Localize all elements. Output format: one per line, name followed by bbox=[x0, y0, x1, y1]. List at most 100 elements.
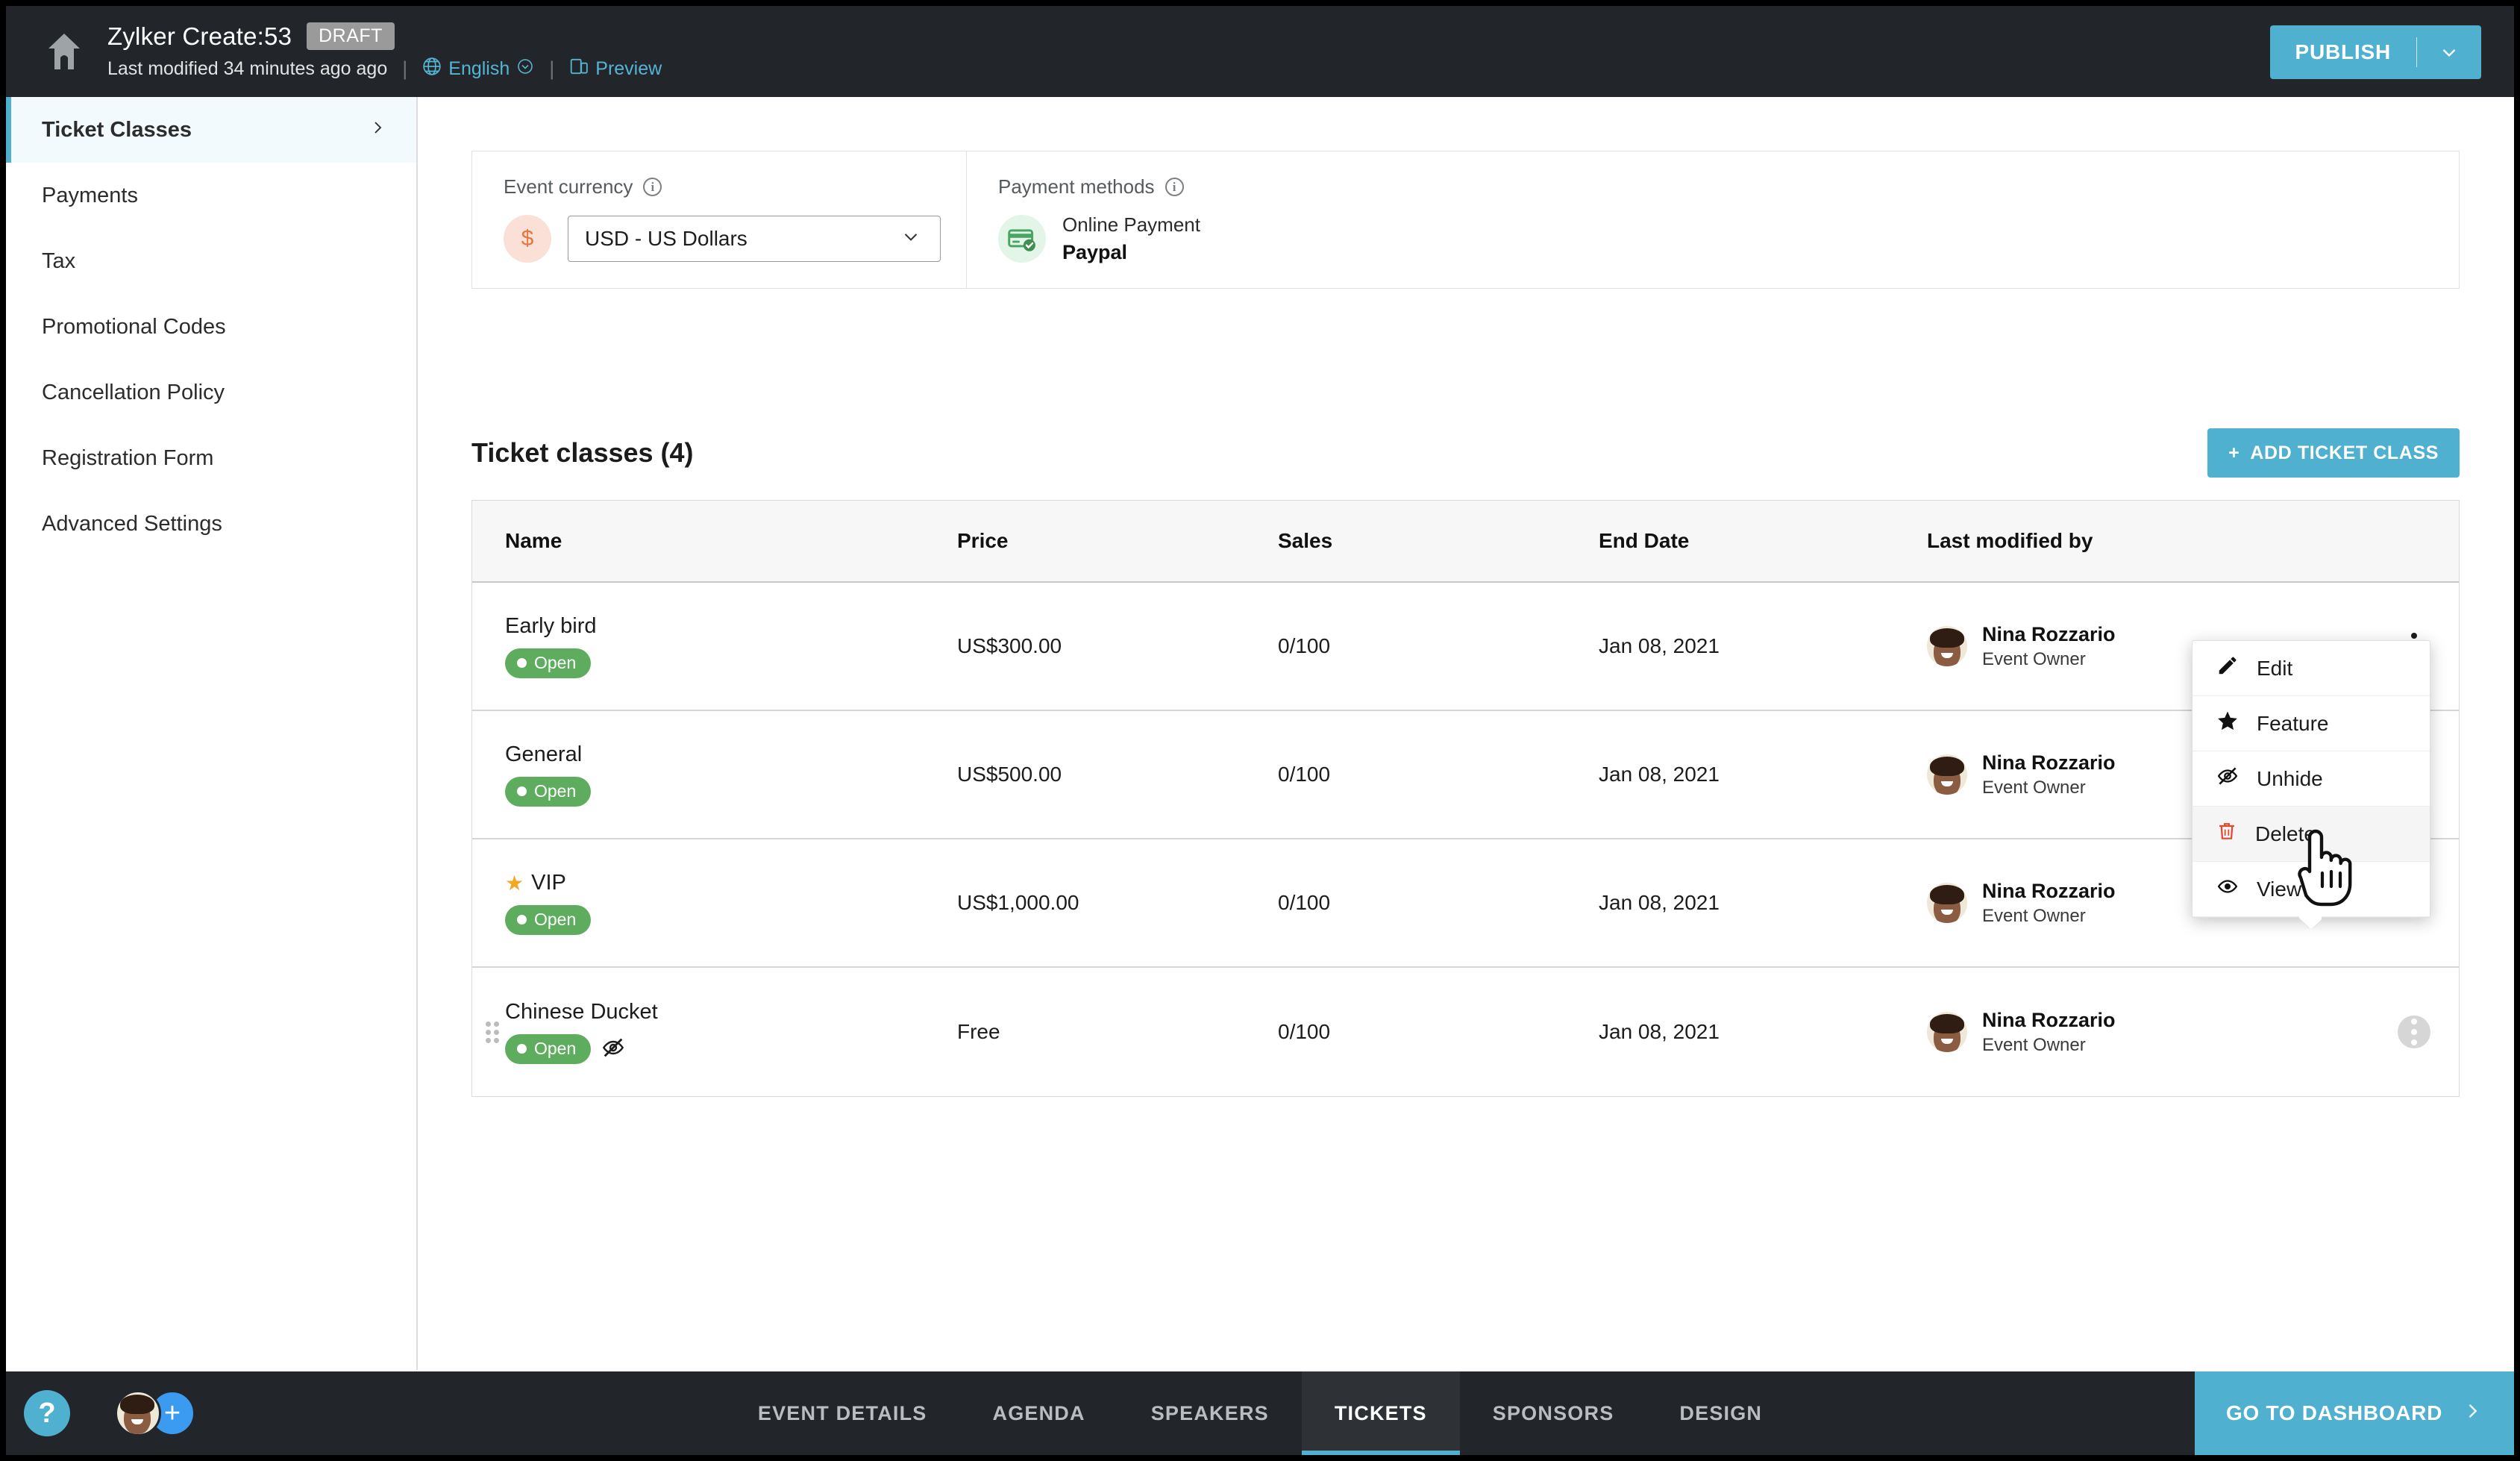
preview-button[interactable]: Preview bbox=[569, 57, 662, 81]
language-selector[interactable]: English bbox=[422, 57, 534, 81]
modified-by-text: Nina Rozzario Event Owner bbox=[1982, 751, 2116, 798]
currency-row: $ USD - US Dollars bbox=[504, 215, 966, 263]
row-price: US$300.00 bbox=[957, 634, 1062, 657]
meta-separator-1: | bbox=[402, 57, 408, 80]
payment-method-text: Online Payment Paypal bbox=[1062, 213, 1200, 264]
context-menu-item-feature[interactable]: Feature bbox=[2193, 696, 2430, 751]
status-badge: Open bbox=[505, 905, 592, 935]
modifier-role: Event Owner bbox=[1982, 1034, 2086, 1055]
status-badge: Open bbox=[505, 648, 592, 678]
drag-handle-icon[interactable] bbox=[486, 1021, 499, 1043]
table-row[interactable]: ★ VIP Open US$1,000.00 0/100 Jan 08, 202… bbox=[472, 839, 2459, 968]
star-icon bbox=[2216, 710, 2239, 737]
last-modified-text: Last modified 34 minutes ago ago bbox=[107, 57, 388, 79]
ticket-name-line: General bbox=[505, 742, 591, 767]
tab-label: TICKETS bbox=[1334, 1401, 1427, 1424]
sidebar-item-payments[interactable]: Payments bbox=[6, 163, 416, 228]
publish-dropdown-chevron-down-icon[interactable] bbox=[2417, 41, 2481, 63]
publish-button[interactable]: PUBLISH bbox=[2269, 25, 2481, 79]
event-currency-label: Event currency bbox=[504, 175, 633, 198]
payment-method-item[interactable]: Online Payment Paypal bbox=[998, 213, 1200, 264]
context-menu-label: Unhide bbox=[2257, 766, 2323, 790]
payment-methods-card: Payment methods i Online Payment Paypal bbox=[967, 151, 1200, 288]
tab-tickets[interactable]: TICKETS bbox=[1301, 1371, 1460, 1455]
row-price: US$1,000.00 bbox=[957, 891, 1079, 914]
context-menu-item-view[interactable]: View bbox=[2193, 862, 2430, 917]
go-to-dashboard-button[interactable]: GO TO DASHBOARD bbox=[2195, 1371, 2514, 1455]
name-stack: General Open bbox=[505, 742, 592, 807]
context-menu-item-edit[interactable]: Edit bbox=[2193, 641, 2430, 696]
sidebar-item-advanced-settings[interactable]: Advanced Settings bbox=[6, 491, 416, 557]
sidebar-item-registration-form[interactable]: Registration Form bbox=[6, 425, 416, 491]
status-label: Open bbox=[534, 910, 577, 929]
row-sales: 0/100 bbox=[1278, 891, 1331, 914]
sidebar-item-label: Promotional Codes bbox=[42, 314, 226, 339]
column-header-sales: Sales bbox=[1278, 529, 1333, 552]
modifier-name: Nina Rozzario bbox=[1982, 1008, 2116, 1031]
row-actions-context-menu: Edit Feature Unhide Delete View bbox=[2192, 640, 2430, 918]
row-name-cell: Early bird Open bbox=[472, 614, 957, 678]
name-stack: Chinese Ducket Open bbox=[505, 1000, 658, 1064]
column-header-end-date: End Date bbox=[1599, 529, 1690, 552]
name-stack: ★ VIP Open bbox=[505, 871, 592, 935]
tab-speakers[interactable]: SPEAKERS bbox=[1118, 1371, 1302, 1455]
tab-sponsors[interactable]: SPONSORS bbox=[1460, 1371, 1647, 1455]
home-icon[interactable] bbox=[45, 31, 84, 72]
tab-agenda[interactable]: AGENDA bbox=[960, 1371, 1118, 1455]
featured-star-icon: ★ bbox=[505, 872, 524, 895]
add-ticket-class-button[interactable]: + ADD TICKET CLASS bbox=[2207, 428, 2460, 478]
sidebar-item-promotional-codes[interactable]: Promotional Codes bbox=[6, 294, 416, 360]
payment-method-name: Paypal bbox=[1062, 241, 1128, 263]
modified-by-text: Nina Rozzario Event Owner bbox=[1982, 1009, 2116, 1056]
status-dot-icon bbox=[517, 1044, 527, 1054]
ticket-name: VIP bbox=[531, 871, 566, 895]
row-sales: 0/100 bbox=[1278, 763, 1331, 786]
settings-cards: Event currency i $ USD - US Dollars Paym… bbox=[471, 151, 2460, 289]
payment-methods-label: Payment methods bbox=[998, 175, 1155, 198]
info-icon[interactable]: i bbox=[1165, 178, 1184, 196]
status-label: Open bbox=[534, 1039, 577, 1058]
sidebar: Ticket Classes Payments Tax Promotional … bbox=[6, 97, 418, 1370]
trash-icon bbox=[2216, 820, 2237, 848]
context-menu-label: Delete bbox=[2255, 822, 2316, 845]
tab-label: DESIGN bbox=[1679, 1401, 1763, 1424]
context-menu-label: Feature bbox=[2257, 711, 2329, 735]
modifier-name: Nina Rozzario bbox=[1982, 622, 2116, 645]
info-icon[interactable]: i bbox=[643, 178, 662, 196]
tab-event-details[interactable]: EVENT DETAILS bbox=[725, 1371, 960, 1455]
sidebar-item-cancellation-policy[interactable]: Cancellation Policy bbox=[6, 360, 416, 425]
table-row[interactable]: Chinese Ducket Open Free 0/100 Jan 08, 2… bbox=[472, 968, 2459, 1096]
row-price: Free bbox=[957, 1020, 1000, 1043]
sidebar-item-ticket-classes[interactable]: Ticket Classes bbox=[6, 97, 416, 163]
table-body: Name Price Sales End Date Last modified … bbox=[471, 500, 2460, 1097]
row-name-cell: ★ VIP Open bbox=[472, 871, 957, 935]
ticket-name: Early bird bbox=[505, 614, 597, 638]
status-dot-icon bbox=[517, 915, 527, 925]
dollar-icon: $ bbox=[504, 215, 551, 263]
avatar bbox=[1927, 883, 1967, 923]
status-label: Open bbox=[534, 781, 577, 801]
table-row[interactable]: Early bird Open US$300.00 0/100 Jan 08, … bbox=[472, 583, 2459, 711]
tab-design[interactable]: DESIGN bbox=[1646, 1371, 1795, 1455]
pencil-icon bbox=[2216, 654, 2239, 682]
context-menu-item-unhide[interactable]: Unhide bbox=[2193, 751, 2430, 807]
chevron-down-icon bbox=[900, 225, 922, 253]
globe-icon bbox=[422, 57, 442, 81]
currency-select[interactable]: USD - US Dollars bbox=[568, 216, 941, 262]
row-name-cell: General Open bbox=[472, 742, 957, 807]
modifier-name: Nina Rozzario bbox=[1982, 751, 2116, 774]
preview-icon bbox=[569, 57, 589, 81]
plus-icon: + bbox=[2228, 442, 2240, 463]
payment-method-type: Online Payment bbox=[1062, 213, 1200, 236]
meta-separator-2: | bbox=[549, 57, 555, 80]
sidebar-item-tax[interactable]: Tax bbox=[6, 228, 416, 294]
tab-label: SPONSORS bbox=[1492, 1401, 1614, 1424]
row-sales: 0/100 bbox=[1278, 1020, 1331, 1043]
row-actions-menu-button[interactable] bbox=[2398, 1016, 2430, 1048]
sidebar-item-label: Advanced Settings bbox=[42, 511, 222, 536]
top-bar: Zylker Create:53 DRAFT Last modified 34 … bbox=[6, 6, 2514, 97]
column-header-name: Name bbox=[505, 529, 562, 552]
chevron-down-icon bbox=[516, 57, 534, 81]
table-row[interactable]: General Open US$500.00 0/100 Jan 08, 202… bbox=[472, 711, 2459, 839]
context-menu-item-delete[interactable]: Delete bbox=[2193, 807, 2430, 862]
